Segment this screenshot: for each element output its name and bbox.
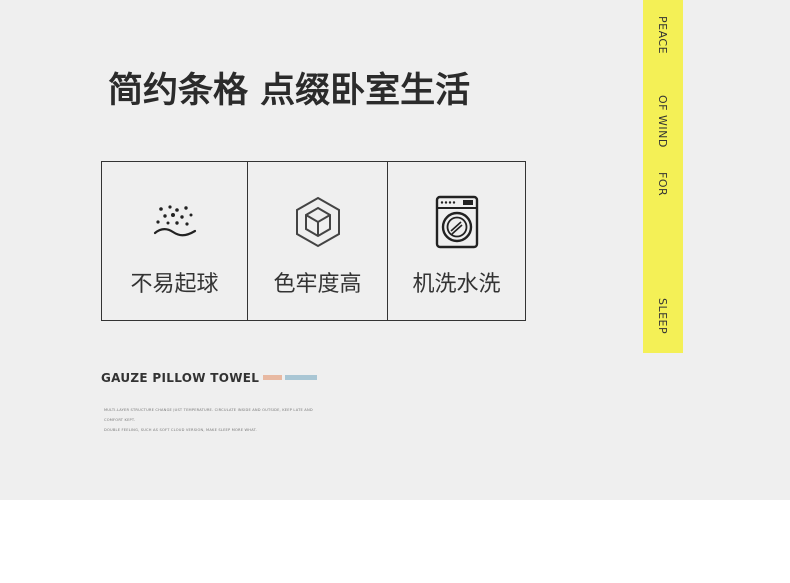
fine-print-line: COMFORT KEPT. [104,418,136,422]
feature-machine-wash: 机洗水洗 [387,162,525,320]
fine-print-line: DOUBLE FEELING, SUCH AS SOFT CLOUD VERSI… [104,428,257,432]
feature-grid: 不易起球 色牢度高 机洗水洗 [101,161,526,321]
feature-label: 不易起球 [130,272,219,297]
feature-label: 色牢度高 [273,272,362,297]
washing-machine-icon [433,195,481,249]
ribbon-word: SLEEP [656,298,669,335]
color-swatch-blue [285,375,317,380]
fine-print-line: MULTI-LAYER STRUCTURE CHANGE JUST TEMPER… [104,408,313,412]
ribbon-word: FOR [656,172,669,197]
cube-icon [294,196,342,248]
color-swatch-peach [263,375,282,380]
feature-anti-pilling: 不易起球 [102,162,247,320]
feature-color-fastness: 色牢度高 [247,162,387,320]
feature-label: 机洗水洗 [412,272,501,297]
product-title: GAUZE PILLOW TOWEL [101,371,260,385]
ribbon-word: PEACE [656,16,669,55]
headline: 简约条格 点缀卧室生活 [108,71,471,111]
background-panel: 简约条格 点缀卧室生活 不易起球 色牢度高 机洗水洗 GAUZE PILLOW … [0,0,790,500]
ribbon-word: OF WIND [656,95,669,148]
pilling-dots-icon [151,196,199,248]
yellow-ribbon: PEACE OF WIND FOR SLEEP [643,0,683,353]
